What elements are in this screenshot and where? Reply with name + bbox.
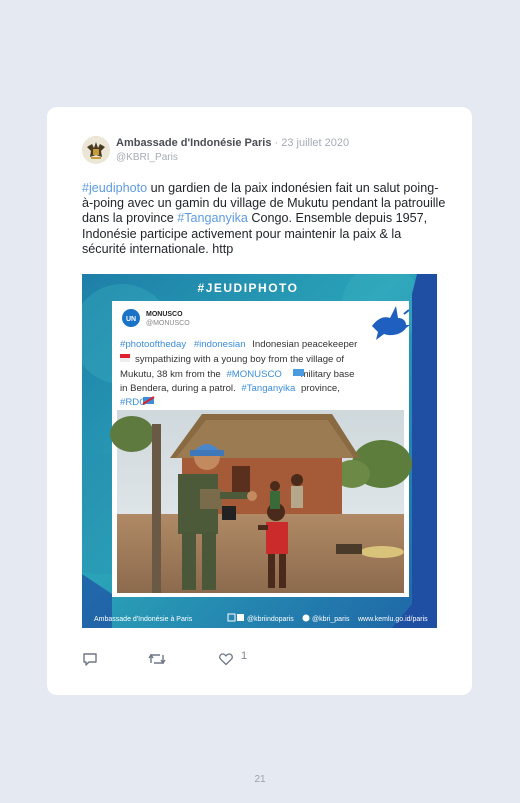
svg-text:in Bendera, during a patrol.: in Bendera, during a patrol. #Tanganyika… — [120, 383, 340, 394]
retweet-button[interactable] — [148, 651, 166, 672]
indonesia-flag-icon — [120, 354, 130, 358]
reply-button[interactable] — [82, 651, 98, 672]
caption-text: province, — [301, 383, 340, 394]
tweet-actions: 1 — [82, 650, 282, 667]
un-flag-icon — [293, 369, 304, 376]
svg-text:#photooftheday #indo: #photooftheday #indonesian Indonesian pe… — [120, 339, 358, 350]
inner-account-handle: @MONUSCO — [146, 320, 190, 327]
tweet-text: #jeudiphoto un gardien de la paix indoné… — [82, 181, 447, 257]
inner-account-name: MONUSCO — [146, 311, 183, 318]
author-name[interactable]: Ambassade d'Indonésie Paris — [116, 137, 271, 149]
hashtag-link[interactable]: #jeudiphoto — [82, 181, 147, 195]
footer-social-2: @kbri_paris — [312, 616, 350, 623]
caption-hashtag: #RDC — [120, 397, 146, 408]
comment-icon — [83, 653, 97, 666]
caption-hashtag: #indonesian — [194, 339, 246, 350]
monusco-logo-label: UN — [126, 316, 136, 323]
banner-title: #JEUDIPHOTO — [198, 281, 299, 295]
page-number: 21 — [254, 774, 266, 785]
caption-text: military base — [301, 369, 355, 380]
tweet-date[interactable]: 23 juillet 2020 — [281, 137, 349, 149]
footer-social-1: @kbriindoparis — [247, 616, 294, 623]
retweet-icon — [148, 653, 166, 665]
caption-text: Indonesian peacekeeper — [252, 339, 358, 350]
caption-text: in Bendera, during a patrol. — [120, 383, 236, 394]
garuda-emblem-icon — [82, 136, 110, 164]
tweet-card[interactable]: Ambassade d'Indonésie Paris · 23 juillet… — [47, 107, 472, 695]
hashtag-link[interactable]: #Tanganyika — [177, 211, 248, 225]
footer-url: www.kemlu.go.id/paris — [357, 616, 428, 623]
like-button[interactable] — [218, 651, 234, 672]
tweet-photo[interactable]: #JEUDIPHOTO UN MONUSCO @MONUSCO #photoof… — [82, 274, 437, 628]
svg-text:Mukutu, 38 km from the: Mukutu, 38 km from the #MONUSCO military… — [120, 369, 354, 380]
caption-hashtag: #photooftheday — [120, 339, 186, 350]
caption-hashtag: #Tanganyika — [241, 383, 296, 394]
footer-org: Ambassade d'Indonésie à Paris — [94, 616, 193, 623]
avatar[interactable] — [82, 136, 110, 164]
like-count: 1 — [241, 650, 248, 662]
caption-hashtag: #MONUSCO — [226, 369, 281, 380]
twitter-icon — [302, 614, 310, 622]
caption-text: Mukutu, 38 km from the — [120, 369, 221, 380]
author-handle[interactable]: @KBRI_Paris — [116, 151, 349, 164]
peacekeeper-photo — [110, 410, 412, 593]
caption-text: sympathizing with a young boy from the v… — [135, 354, 344, 365]
facebook-icon — [237, 614, 244, 621]
heart-icon — [219, 653, 233, 666]
